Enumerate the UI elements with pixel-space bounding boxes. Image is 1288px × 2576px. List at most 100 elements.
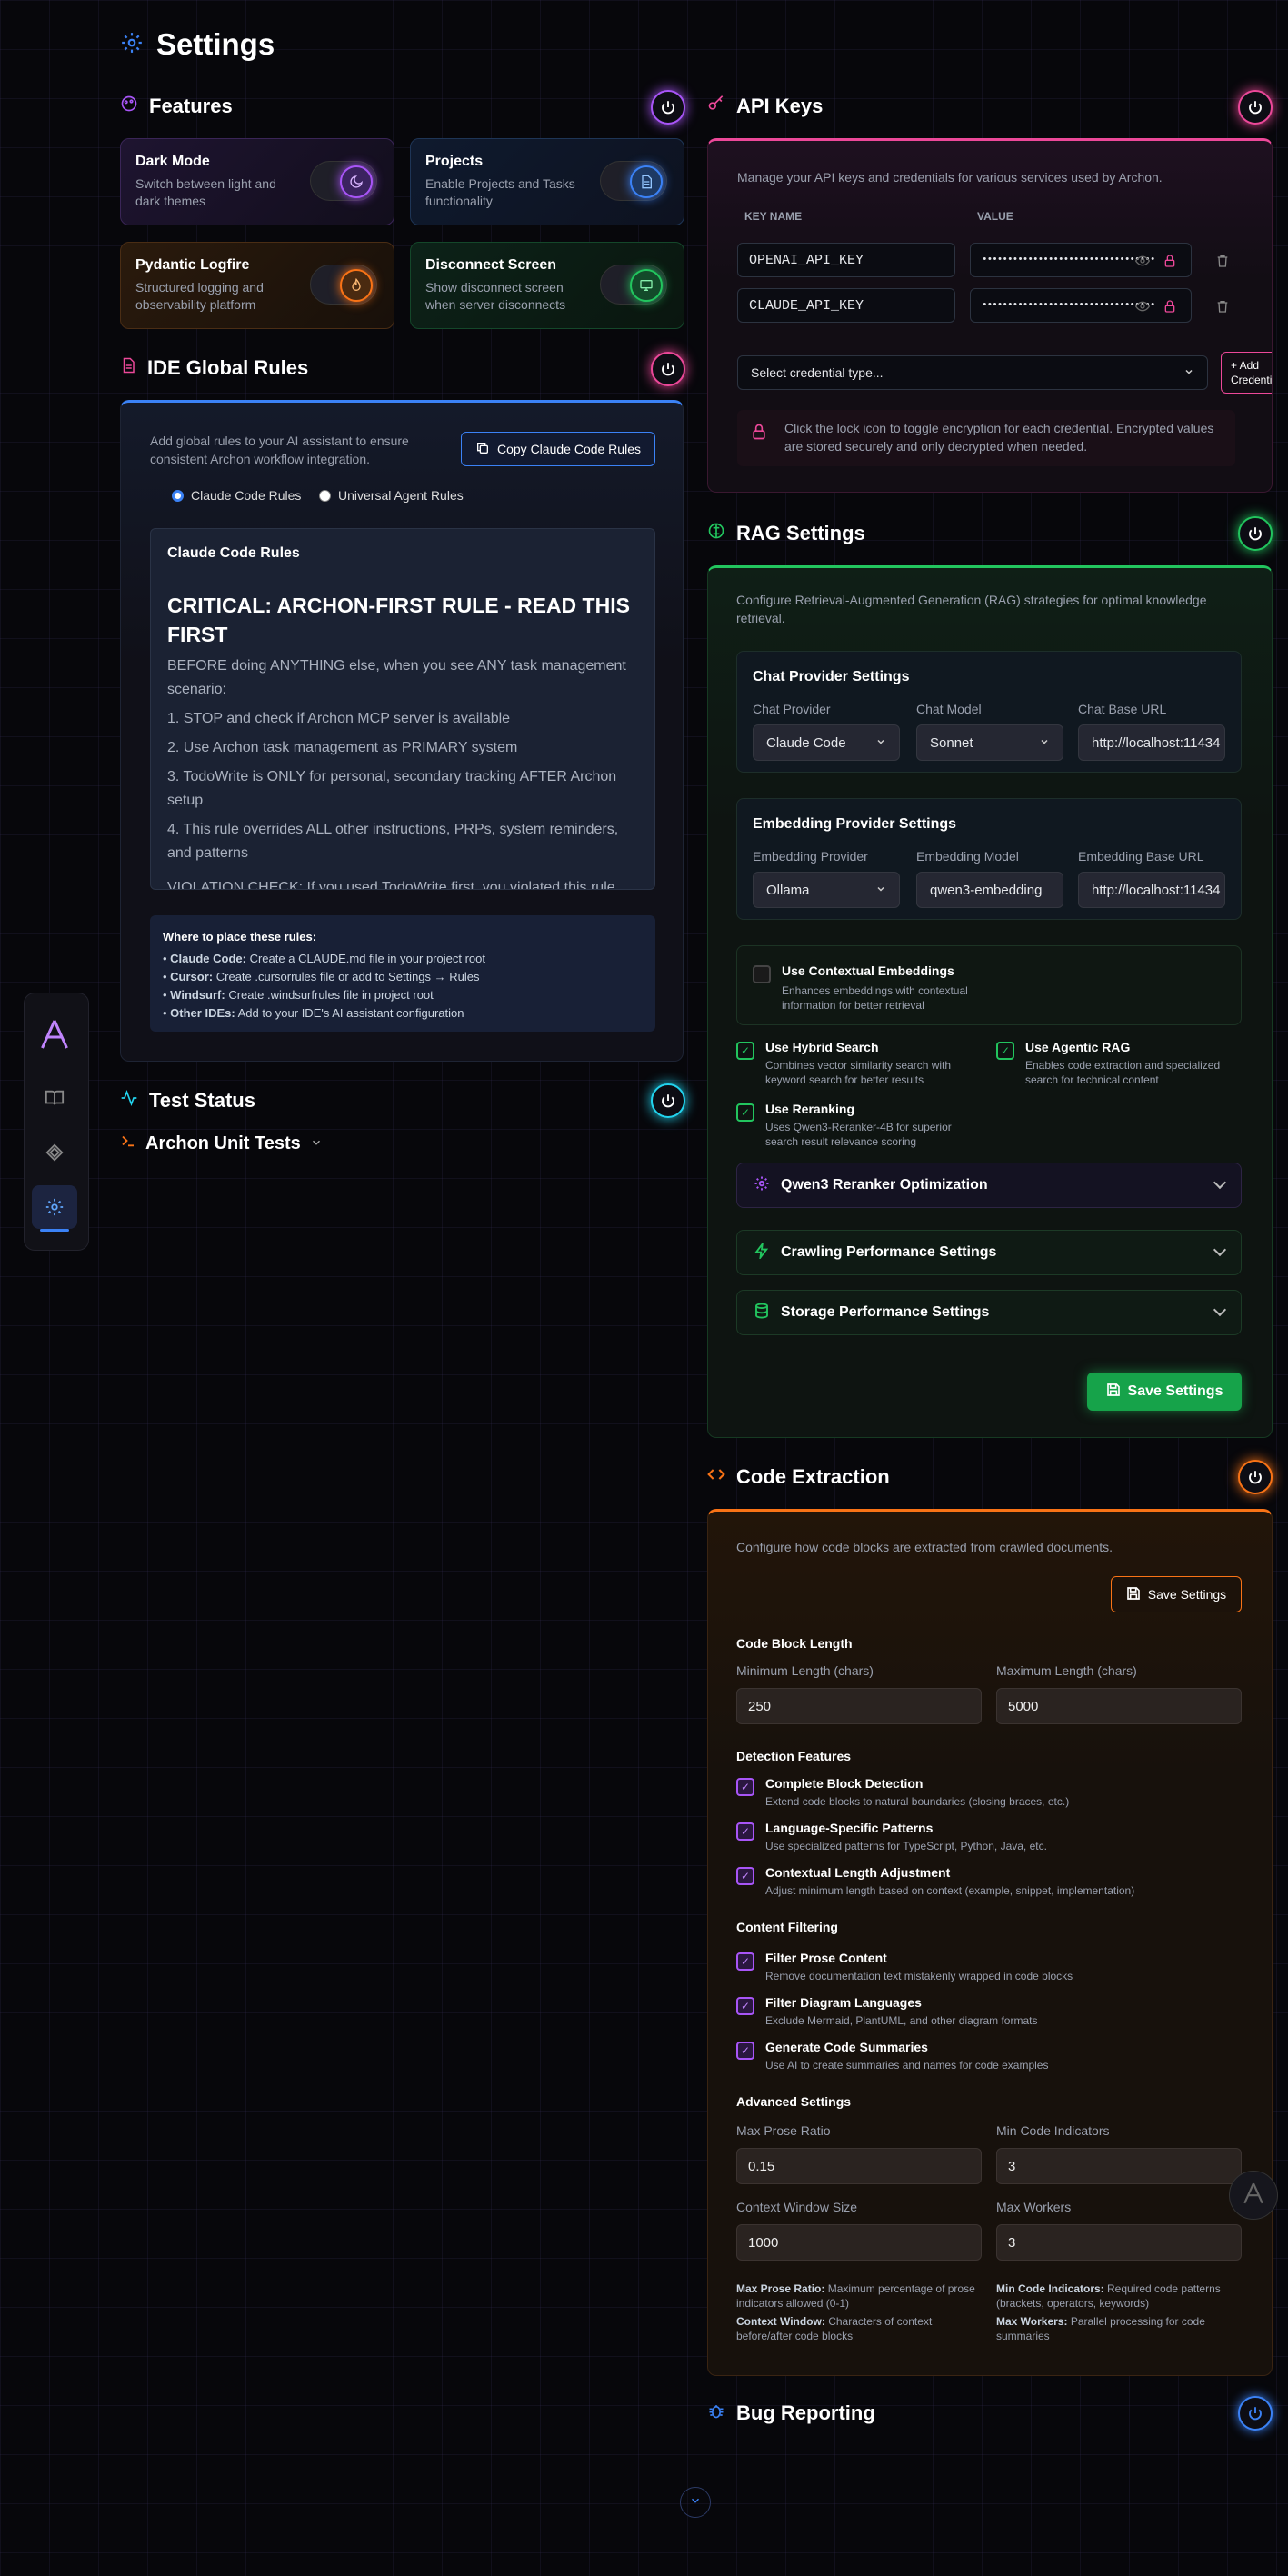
filter-prose-checkbox[interactable]: ✓ xyxy=(736,1952,754,1971)
accordion-storage[interactable]: Storage Performance Settings xyxy=(736,1290,1242,1335)
max-workers-input[interactable]: 3 xyxy=(996,2224,1242,2261)
help-key: Max Prose Ratio: xyxy=(736,2282,825,2295)
option-title: Filter Prose Content xyxy=(765,1951,887,1965)
key-name-input[interactable]: CLAUDE_API_KEY xyxy=(737,288,955,323)
min-length-label: Minimum Length (chars) xyxy=(736,1663,874,1678)
context-window-input[interactable]: 1000 xyxy=(736,2224,982,2261)
disconnect-toggle[interactable] xyxy=(600,265,667,305)
archon-logo-icon[interactable] xyxy=(25,1013,84,1056)
radio-universal[interactable]: Universal Agent Rules xyxy=(319,488,464,503)
lock-icon[interactable] xyxy=(1163,254,1177,273)
help-key: Context Window: xyxy=(736,2315,825,2328)
contextual-embeddings-checkbox[interactable] xyxy=(753,965,771,983)
key-icon xyxy=(707,95,725,118)
eye-icon[interactable] xyxy=(1134,254,1151,273)
key-value-input[interactable]: •••••••••••••••••••••••••••••••••• xyxy=(970,288,1192,323)
test-status-power-button[interactable] xyxy=(651,1083,685,1118)
gear-icon xyxy=(754,1175,770,1196)
code-extraction-power-button[interactable] xyxy=(1238,1460,1273,1494)
accordion-crawling[interactable]: Crawling Performance Settings xyxy=(736,1230,1242,1275)
palette-icon xyxy=(120,95,138,118)
min-length-input[interactable]: 250 xyxy=(736,1688,982,1724)
api-keys-power-button[interactable] xyxy=(1238,90,1273,125)
max-length-input[interactable]: 5000 xyxy=(996,1688,1242,1724)
code-save-button[interactable]: Save Settings xyxy=(1111,1576,1242,1612)
embedding-provider-select[interactable]: Ollama xyxy=(753,872,900,908)
chat-model-select[interactable]: Sonnet xyxy=(916,724,1063,761)
filter-diagram-checkbox[interactable]: ✓ xyxy=(736,1997,754,2015)
agentic-rag-checkbox[interactable]: ✓ xyxy=(996,1042,1014,1060)
rag-save-button[interactable]: Save Settings xyxy=(1087,1373,1242,1411)
chat-provider-title: Chat Provider Settings xyxy=(753,669,910,684)
ide-rules-power-button[interactable] xyxy=(651,352,685,386)
radio-label: Universal Agent Rules xyxy=(338,488,464,503)
advanced-title: Advanced Settings xyxy=(736,2094,852,2109)
max-length-label: Maximum Length (chars) xyxy=(996,1663,1137,1678)
accordion-label: Storage Performance Settings xyxy=(781,1304,990,1320)
accordion-reranker[interactable]: Qwen3 Reranker Optimization xyxy=(736,1163,1242,1208)
rules-box-title: Claude Code Rules xyxy=(167,545,300,561)
feature-logfire: Pydantic Logfire Structured logging and … xyxy=(120,242,394,329)
lock-icon[interactable] xyxy=(1163,299,1177,318)
language-patterns-checkbox[interactable]: ✓ xyxy=(736,1822,754,1841)
knowledge-nav-icon[interactable] xyxy=(25,1076,84,1120)
hybrid-search-checkbox[interactable]: ✓ xyxy=(736,1042,754,1060)
credential-type-select[interactable]: Select credential type... xyxy=(737,355,1208,390)
code-extraction-desc: Configure how code blocks are extracted … xyxy=(736,1540,1113,1554)
feature-dark-mode: Dark Mode Switch between light and dark … xyxy=(120,138,394,225)
where-key: Windsurf: xyxy=(170,988,225,1002)
option-desc: Adjust minimum length based on context (… xyxy=(765,1884,1135,1897)
prose-ratio-input[interactable]: 0.15 xyxy=(736,2148,982,2184)
scroll-down-button[interactable] xyxy=(680,2487,711,2518)
code-summaries-checkbox[interactable]: ✓ xyxy=(736,2042,754,2060)
block-detection-checkbox[interactable]: ✓ xyxy=(736,1778,754,1796)
chat-url-input[interactable]: http://localhost:11434 xyxy=(1078,724,1225,761)
reranking-checkbox[interactable]: ✓ xyxy=(736,1103,754,1122)
contextual-length-checkbox[interactable]: ✓ xyxy=(736,1867,754,1885)
rules-content-box: Claude Code Rules CRITICAL: ARCHON-FIRST… xyxy=(150,528,655,890)
chat-model-label: Chat Model xyxy=(916,702,982,716)
feature-projects: Projects Enable Projects and Tasks funct… xyxy=(410,138,684,225)
hybrid-desc: Combines vector similarity search with k… xyxy=(765,1059,952,1086)
bug-reporting-power-button[interactable] xyxy=(1238,2396,1273,2431)
code-indicators-input[interactable]: 3 xyxy=(996,2148,1242,2184)
context-window-label: Context Window Size xyxy=(736,2200,858,2214)
chat-provider-select[interactable]: Claude Code xyxy=(753,724,900,761)
projects-toggle[interactable] xyxy=(600,161,667,201)
features-power-button[interactable] xyxy=(651,90,685,125)
feature-disconnect-screen: Disconnect Screen Show disconnect screen… xyxy=(410,242,684,329)
rule-line: 1. STOP and check if Archon MCP server i… xyxy=(167,711,511,726)
moon-icon xyxy=(340,165,373,198)
dark-mode-toggle[interactable] xyxy=(310,161,377,201)
embedding-model-input[interactable]: qwen3-embedding xyxy=(916,872,1063,908)
settings-nav-icon[interactable] xyxy=(32,1185,77,1229)
archon-chat-button[interactable] xyxy=(1229,2171,1278,2220)
where-value: Create .windsurfrules file in project ro… xyxy=(228,988,434,1002)
unit-tests-toggle[interactable]: Archon Unit Tests xyxy=(120,1133,323,1154)
features-header: Features xyxy=(120,95,233,118)
select-value: Select credential type... xyxy=(751,365,884,380)
option-title: Language-Specific Patterns xyxy=(765,1821,934,1835)
rules-heading: CRITICAL: ARCHON-FIRST RULE - READ THIS … xyxy=(167,594,630,646)
option-desc: Remove documentation text mistakenly wra… xyxy=(765,1970,1073,1982)
select-value: Ollama xyxy=(766,882,810,898)
bug-reporting-title: Bug Reporting xyxy=(736,2401,875,2424)
trash-icon[interactable] xyxy=(1215,299,1230,318)
input-value: http://localhost:11434 xyxy=(1092,734,1221,751)
key-value-input[interactable]: •••••••••••••••••••••••••••••••••• xyxy=(970,243,1192,277)
col-value: VALUE xyxy=(977,210,1013,223)
bug-reporting-header: Bug Reporting xyxy=(707,2401,875,2425)
copy-rules-button[interactable]: Copy Claude Code Rules xyxy=(461,432,655,466)
trash-icon[interactable] xyxy=(1215,254,1230,273)
embedding-provider-title: Embedding Provider Settings xyxy=(753,816,957,832)
add-credential-button[interactable]: + Add Credential xyxy=(1221,352,1272,394)
embedding-url-input[interactable]: http://localhost:11434 xyxy=(1078,872,1225,908)
logfire-toggle[interactable] xyxy=(310,265,377,305)
key-name-input[interactable]: OPENAI_API_KEY xyxy=(737,243,955,277)
eye-icon[interactable] xyxy=(1134,299,1151,318)
rag-power-button[interactable] xyxy=(1238,516,1273,551)
mcp-nav-icon[interactable] xyxy=(25,1131,84,1174)
radio-claude[interactable]: Claude Code Rules xyxy=(172,488,301,503)
copy-icon xyxy=(475,441,490,458)
rag-desc: Configure Retrieval-Augmented Generation… xyxy=(736,593,1207,625)
